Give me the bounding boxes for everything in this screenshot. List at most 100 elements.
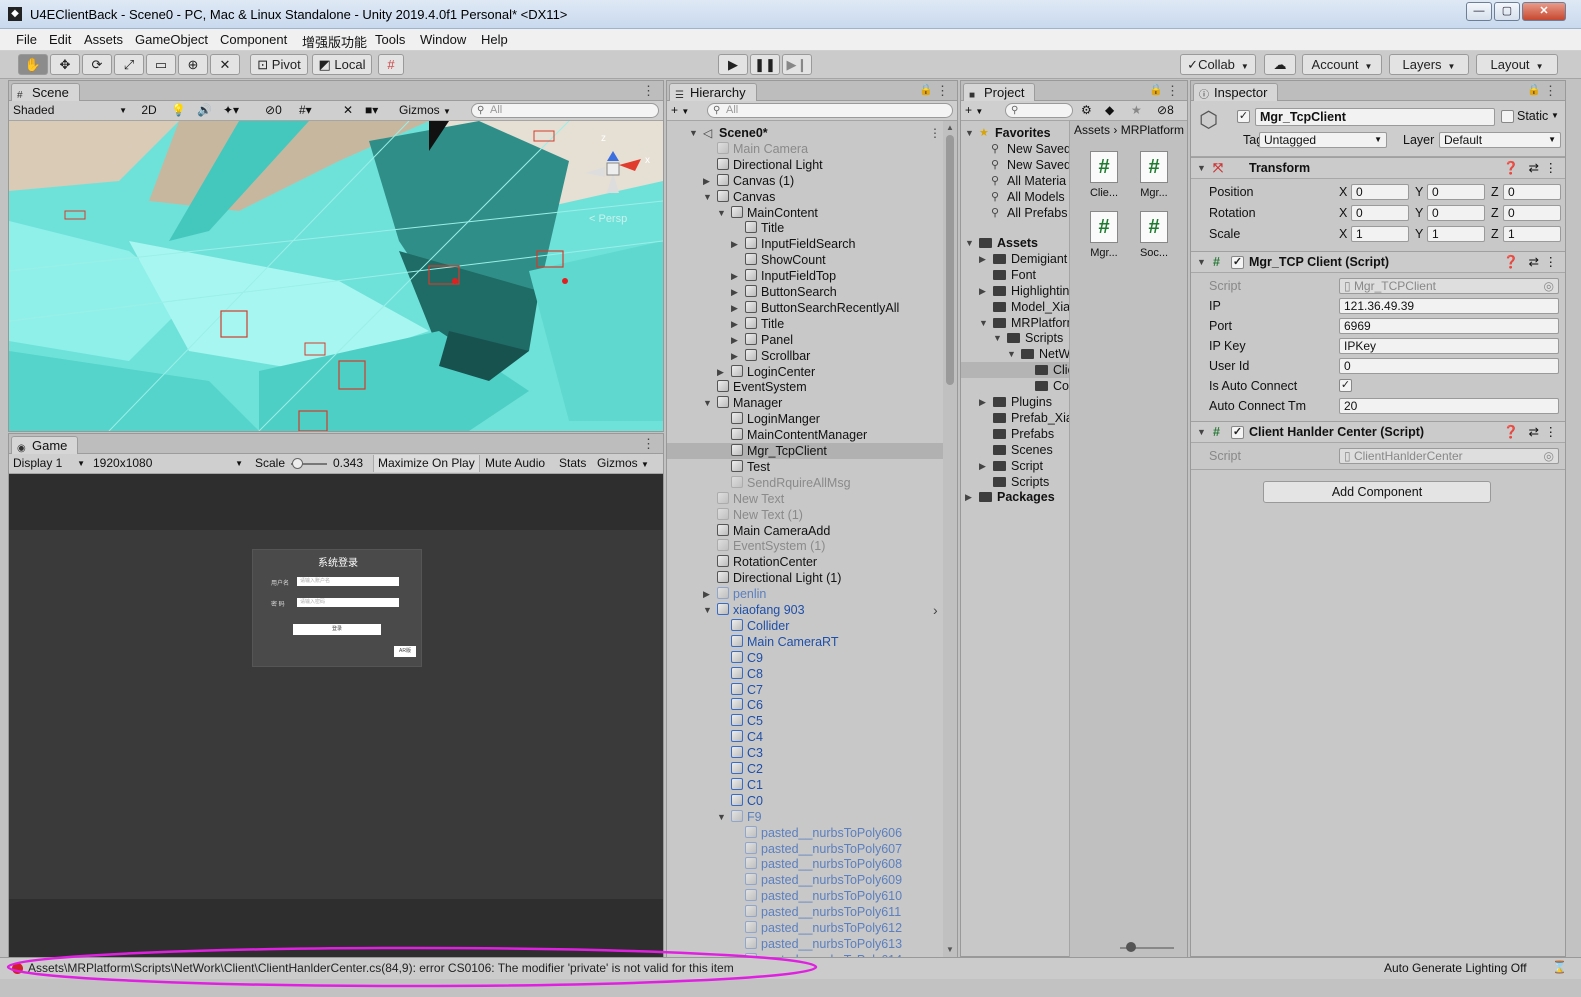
hierarchy-item[interactable]: ▼ xiaofang 903 › bbox=[667, 602, 943, 618]
layer-dropdown[interactable]: Default ▼ bbox=[1439, 132, 1561, 148]
menu-edit[interactable]: Edit bbox=[49, 32, 71, 47]
hierarchy-item[interactable]: Test bbox=[667, 459, 943, 475]
hierarchy-item[interactable]: ▶ Scrollbar bbox=[667, 348, 943, 364]
asset-item[interactable]: # Mgr... bbox=[1084, 211, 1124, 265]
project-folder[interactable]: Model_Xiao bbox=[961, 299, 1069, 315]
hierarchy-item[interactable]: Collider bbox=[667, 618, 943, 634]
hierarchy-item[interactable]: C9 bbox=[667, 650, 943, 666]
hierarchy-item[interactable]: EventSystem (1) bbox=[667, 538, 943, 554]
panel-menu-icon[interactable]: ⋮ bbox=[936, 83, 949, 99]
icon-size-slider-thumb[interactable] bbox=[1126, 942, 1136, 952]
pivot-toggle[interactable]: ⊡ Pivot bbox=[250, 54, 308, 75]
hierarchy-item[interactable]: Directional Light bbox=[667, 157, 943, 173]
preset-icon[interactable]: ⇄ bbox=[1529, 252, 1539, 272]
hierarchy-item[interactable]: ▼ ◁ Scene0* ⋮ bbox=[667, 125, 943, 141]
minimize-button[interactable]: — bbox=[1466, 2, 1492, 21]
tab-project[interactable]: ■ Project bbox=[963, 83, 1036, 102]
hierarchy-item[interactable]: SendRquireAllMsg bbox=[667, 475, 943, 491]
hierarchy-item[interactable]: Directional Light (1) bbox=[667, 570, 943, 586]
hierarchy-item[interactable]: ▶ penlin bbox=[667, 586, 943, 602]
hierarchy-item[interactable]: C3 bbox=[667, 745, 943, 761]
hierarchy-item[interactable]: ▶ ButtonSearch bbox=[667, 284, 943, 300]
hierarchy-item[interactable]: C1 bbox=[667, 777, 943, 793]
hierarchy-item[interactable]: ▶ InputFieldSearch bbox=[667, 236, 943, 252]
hierarchy-item[interactable]: pasted__nurbsToPoly611 bbox=[667, 904, 943, 920]
preset-icon[interactable]: ⇄ bbox=[1529, 422, 1539, 442]
position-y-input[interactable]: 0 bbox=[1427, 184, 1485, 200]
help-icon[interactable]: ❓ bbox=[1503, 158, 1519, 178]
scroll-up-icon[interactable]: ▲ bbox=[946, 123, 954, 132]
hierarchy-item[interactable]: ▼ Canvas bbox=[667, 189, 943, 205]
filter-type-icon[interactable]: ⚙ bbox=[1081, 102, 1092, 119]
layout-dropdown[interactable]: Layout ▼ bbox=[1476, 54, 1558, 75]
asset-item[interactable]: # Clie... bbox=[1084, 151, 1124, 205]
collapsed-arrow-icon[interactable]: ▶ bbox=[703, 586, 710, 602]
hierarchy-item[interactable]: ▼ Manager bbox=[667, 395, 943, 411]
project-folder[interactable]: Prefab_Xia bbox=[961, 410, 1069, 426]
rotate-tool-icon[interactable]: ⟳ bbox=[82, 54, 112, 75]
login-small-button[interactable]: AR版 bbox=[394, 646, 416, 657]
auto-connect-tm-input[interactable]: 20 bbox=[1339, 398, 1559, 414]
collapsed-arrow-icon[interactable]: ▶ bbox=[979, 394, 986, 410]
project-folder[interactable]: Prefabs bbox=[961, 426, 1069, 442]
ipkey-input[interactable]: IPKey bbox=[1339, 338, 1559, 354]
menu-file[interactable]: File bbox=[16, 32, 37, 47]
position-x-input[interactable]: 0 bbox=[1351, 184, 1409, 200]
favorite-star-icon[interactable]: ★ bbox=[1131, 102, 1142, 119]
hidden-objects-toggle[interactable]: ⊘0 bbox=[265, 102, 282, 119]
object-picker-icon[interactable]: ◎ bbox=[1544, 279, 1554, 293]
position-z-input[interactable]: 0 bbox=[1503, 184, 1561, 200]
hierarchy-item[interactable]: MainContentManager bbox=[667, 427, 943, 443]
expanded-arrow-icon[interactable]: ▼ bbox=[993, 330, 1002, 346]
maximize-button[interactable]: ▢ bbox=[1494, 2, 1520, 21]
help-icon[interactable]: ❓ bbox=[1503, 422, 1519, 442]
collapsed-arrow-icon[interactable]: ▶ bbox=[731, 236, 738, 252]
hand-tool-icon[interactable]: ✋ bbox=[18, 54, 48, 75]
hierarchy-item[interactable]: Main CameraAdd bbox=[667, 523, 943, 539]
collapsed-arrow-icon[interactable]: ▶ bbox=[731, 268, 738, 284]
grid-snap-icon[interactable]: # bbox=[378, 54, 404, 75]
scale-slider-thumb[interactable] bbox=[292, 458, 303, 469]
hierarchy-item[interactable]: pasted__nurbsToPoly608 bbox=[667, 856, 943, 872]
tab-scene[interactable]: # Scene bbox=[11, 83, 80, 102]
userid-input[interactable]: 0 bbox=[1339, 358, 1559, 374]
object-name-input[interactable]: Mgr_TcpClient bbox=[1255, 108, 1495, 126]
expanded-arrow-icon[interactable]: ▼ bbox=[703, 189, 712, 205]
project-folder[interactable]: ▶ Plugins bbox=[961, 394, 1069, 410]
expanded-arrow-icon[interactable]: ▼ bbox=[965, 235, 974, 251]
project-folder[interactable]: ▼ Scripts bbox=[961, 330, 1069, 346]
local-toggle[interactable]: ◩ Local bbox=[312, 54, 372, 75]
login-submit-button[interactable]: 登录 bbox=[293, 624, 381, 635]
project-folder[interactable]: ▶ Highlighting bbox=[961, 283, 1069, 299]
project-folder[interactable]: ▼ Assets bbox=[961, 235, 1069, 251]
collapsed-arrow-icon[interactable]: ▶ bbox=[731, 284, 738, 300]
hierarchy-item[interactable]: C4 bbox=[667, 729, 943, 745]
hierarchy-item[interactable]: ▶ LoginCenter bbox=[667, 364, 943, 380]
gizmos-dropdown[interactable]: Gizmos ▼ bbox=[597, 455, 649, 472]
expanded-arrow-icon[interactable]: ▼ bbox=[703, 395, 712, 411]
static-checkbox[interactable] bbox=[1501, 110, 1514, 123]
collapsed-arrow-icon[interactable]: ▶ bbox=[731, 316, 738, 332]
hierarchy-item[interactable]: ▼ MainContent bbox=[667, 205, 943, 221]
2d-toggle[interactable]: 2D bbox=[137, 102, 161, 119]
hierarchy-item[interactable]: C8 bbox=[667, 666, 943, 682]
account-dropdown[interactable]: Account ▼ bbox=[1302, 54, 1382, 75]
scale-y-input[interactable]: 1 bbox=[1427, 226, 1485, 242]
hierarchy-scrollbar[interactable]: ▲ ▼ bbox=[943, 121, 957, 957]
client-handler-header[interactable]: ▼ # ✓ Client Hanlder Center (Script) ❓ ⇄… bbox=[1191, 421, 1565, 443]
expanded-arrow-icon[interactable]: ▼ bbox=[1007, 346, 1016, 362]
perspective-label[interactable]: < Persp bbox=[589, 213, 627, 225]
hierarchy-item[interactable]: pasted__nurbsToPoly612 bbox=[667, 920, 943, 936]
lock-icon[interactable]: 🔒 bbox=[919, 83, 933, 96]
lock-icon[interactable]: 🔒 bbox=[1149, 83, 1163, 96]
mute-audio-toggle[interactable]: Mute Audio bbox=[485, 455, 545, 472]
hierarchy-scroll-thumb[interactable] bbox=[946, 135, 954, 385]
hierarchy-item[interactable]: ▶ Canvas (1) bbox=[667, 173, 943, 189]
panel-menu-icon[interactable]: ⋮ bbox=[642, 83, 655, 99]
asset-item[interactable]: # Soc... bbox=[1134, 211, 1174, 265]
tab-inspector[interactable]: ⓘ Inspector bbox=[1193, 83, 1279, 102]
active-checkbox[interactable]: ✓ bbox=[1237, 110, 1250, 123]
menu-enhanced[interactable]: 增强版功能 bbox=[302, 32, 367, 51]
rect-tool-icon[interactable]: ▭ bbox=[146, 54, 176, 75]
camera-dropdown-icon[interactable]: ■▾ bbox=[365, 102, 378, 119]
